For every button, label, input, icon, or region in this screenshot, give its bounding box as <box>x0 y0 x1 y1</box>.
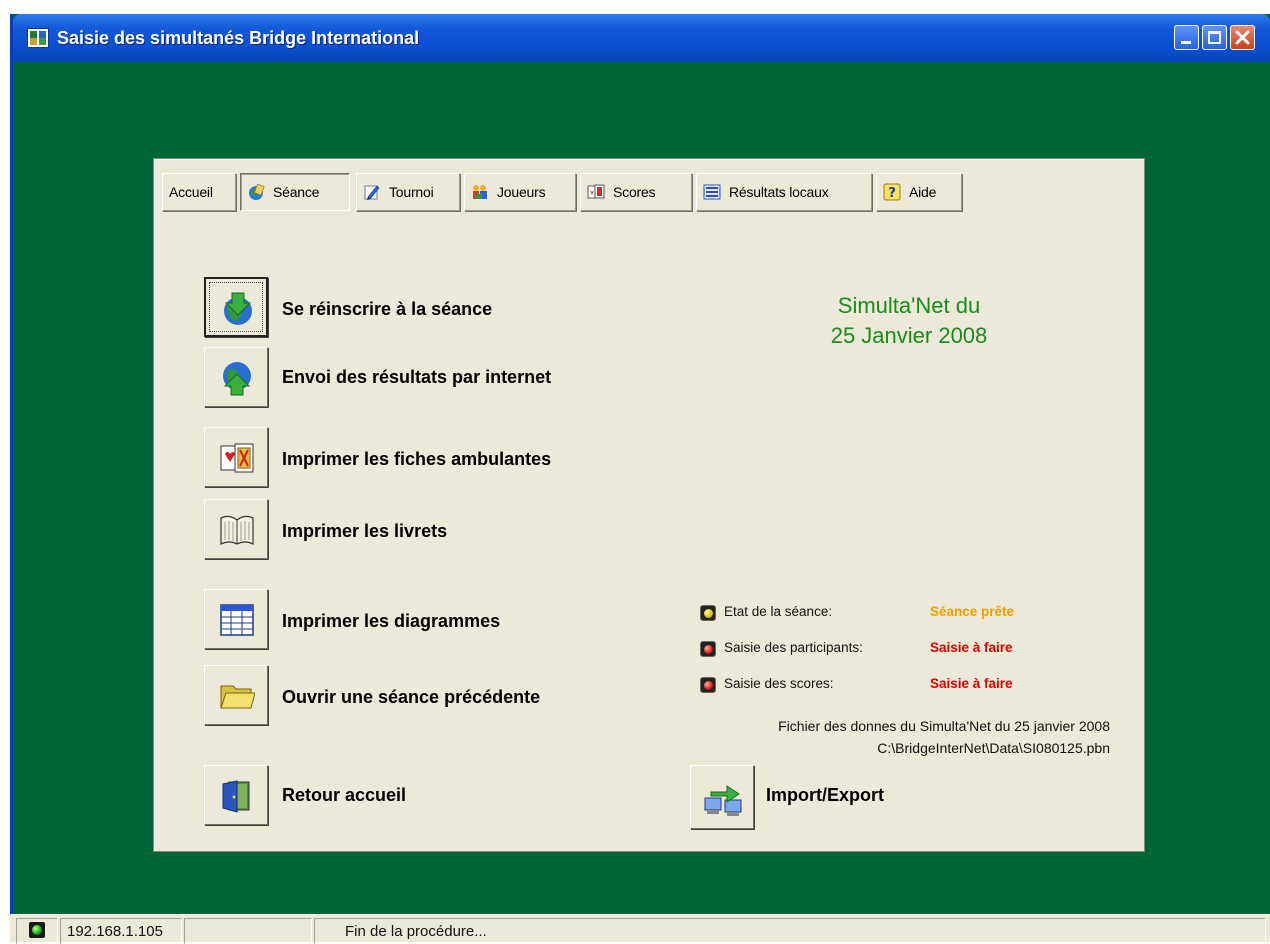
tab-label: Joueurs <box>497 184 546 200</box>
tab-label: Aide <box>909 184 937 200</box>
file-path: C:\BridgeInterNet\Data\SI080125.pbn <box>877 740 1110 756</box>
status-message: Fin de la procédure... <box>314 918 1266 944</box>
app-icon <box>27 28 49 48</box>
globe-cards-icon <box>249 183 265 200</box>
tab-resultats-locaux[interactable]: Résultats locaux <box>696 173 872 211</box>
tab-accueil[interactable]: Accueil <box>162 173 236 211</box>
minimize-icon <box>1181 41 1191 44</box>
help-icon: ? <box>883 183 901 201</box>
green-led-icon <box>29 922 45 938</box>
import-export-label: Import/Export <box>766 785 885 805</box>
envoi-resultats-button[interactable] <box>204 347 268 407</box>
ouvrir-seance-button[interactable] <box>204 665 268 725</box>
table-grid-icon <box>220 604 254 636</box>
maximize-button[interactable] <box>1202 25 1227 50</box>
file-info: Fichier des donnes du Simulta'Net du 25 … <box>778 715 1110 759</box>
session-title-line1: Simulta'Net du <box>837 293 981 318</box>
minimize-button[interactable] <box>1174 25 1199 50</box>
tab-aide[interactable]: ? Aide <box>876 173 962 211</box>
session-title-line2: 25 Janvier 2008 <box>830 323 988 348</box>
reinscrire-button[interactable] <box>204 277 268 337</box>
download-globe-icon <box>224 292 252 325</box>
imprimer-fiches-label: Imprimer les fiches ambulantes <box>282 449 552 469</box>
folder-icon <box>220 685 255 709</box>
retour-accueil-button[interactable] <box>204 765 268 825</box>
imprimer-diagrammes-button[interactable] <box>204 589 268 649</box>
tab-label: Scores <box>613 184 656 200</box>
list-icon <box>703 184 721 200</box>
tab-label: Séance <box>273 184 320 200</box>
playing-cards-icon <box>220 443 254 473</box>
maximize-icon <box>1208 31 1221 44</box>
import-export-button[interactable] <box>690 765 754 829</box>
transfer-icon <box>704 785 742 816</box>
red-led-icon <box>700 641 716 657</box>
window-title: Saisie des simultanés Bridge Internation… <box>57 28 420 48</box>
file-info-description: Fichier des donnes du Simulta'Net du 25 … <box>778 718 1110 734</box>
tab-seance[interactable]: Séance <box>240 173 350 211</box>
upload-globe-icon <box>223 362 251 396</box>
tab-label: Accueil <box>169 184 213 200</box>
tab-scores[interactable]: Scores <box>580 173 692 211</box>
status-bar: 192.168.1.105 Fin de la procédure... <box>10 914 1270 944</box>
tab-label: Tournoi <box>389 184 434 200</box>
book-icon <box>220 515 254 545</box>
status-label: Saisie des participants: <box>724 640 863 655</box>
status-value: Saisie à faire <box>930 676 1013 691</box>
ouvrir-seance-label: Ouvrir une séance précédente <box>282 687 541 707</box>
connection-led-cell <box>16 918 58 944</box>
red-led-icon <box>700 677 716 693</box>
yellow-led-icon <box>700 605 716 621</box>
close-button[interactable] <box>1230 25 1255 50</box>
imprimer-diagrammes-label: Imprimer les diagrammes <box>282 611 501 631</box>
svg-text:?: ? <box>888 186 895 201</box>
ip-address: 192.168.1.105 <box>60 918 182 944</box>
reinscrire-label: Se réinscrire à la séance <box>282 299 493 319</box>
imprimer-livrets-button[interactable] <box>204 499 268 559</box>
players-icon <box>473 185 487 199</box>
tab-label: Résultats locaux <box>729 184 829 200</box>
door-icon <box>222 780 250 813</box>
seance-panel: Accueil Séance Tournoi Joueurs Scores Ré… <box>153 158 1145 852</box>
pencil-icon <box>364 185 380 200</box>
imprimer-fiches-button[interactable] <box>204 427 268 487</box>
status-value: Séance prête <box>930 604 1015 619</box>
scores-cards-icon <box>587 184 605 199</box>
session-title: Simulta'Net du 25 Janvier 2008 <box>744 291 1074 351</box>
tab-joueurs[interactable]: Joueurs <box>464 173 576 211</box>
imprimer-livrets-label: Imprimer les livrets <box>282 521 448 541</box>
close-icon <box>1235 30 1250 45</box>
status-cell-empty <box>184 918 312 944</box>
retour-accueil-label: Retour accueil <box>282 785 407 805</box>
status-label: Saisie des scores: <box>724 676 834 691</box>
tab-tournoi[interactable]: Tournoi <box>356 173 460 211</box>
status-value: Saisie à faire <box>930 640 1013 655</box>
status-label: Etat de la séance: <box>724 604 833 619</box>
envoi-resultats-label: Envoi des résultats par internet <box>282 367 552 387</box>
title-bar[interactable]: Saisie des simultanés Bridge Internation… <box>13 14 1270 62</box>
main-window: Saisie des simultanés Bridge Internation… <box>10 14 1270 942</box>
